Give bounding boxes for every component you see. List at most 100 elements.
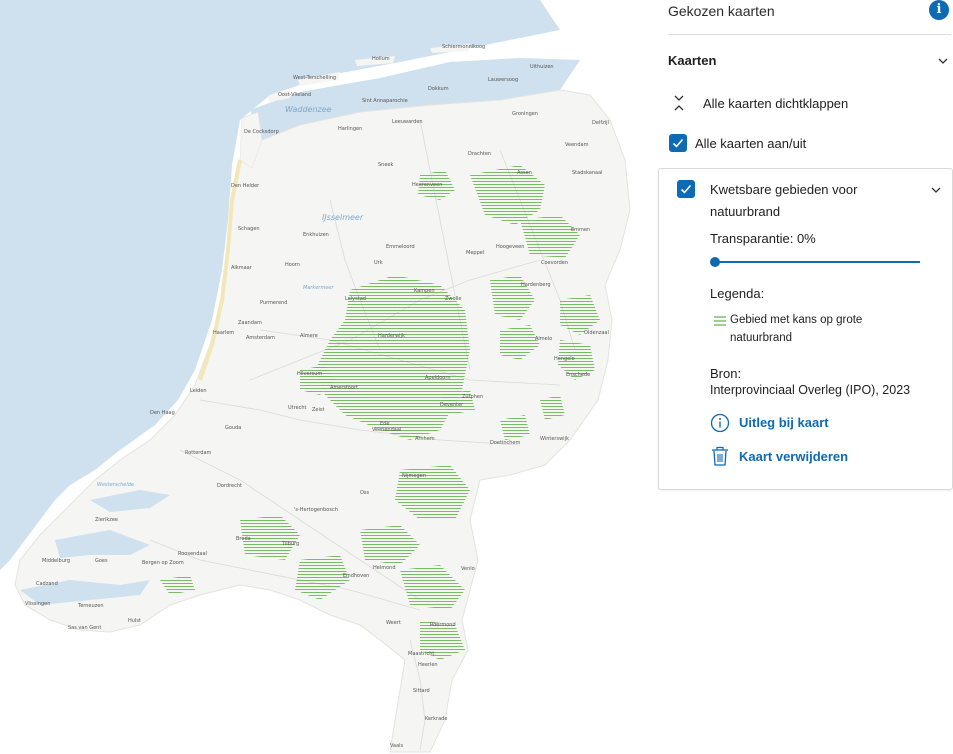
place-label: Enschede <box>566 372 591 378</box>
remove-map-button[interactable]: Kaart verwijderen <box>710 446 930 468</box>
place-label: Sneek <box>378 162 394 168</box>
place-label: Meppel <box>466 250 485 256</box>
checkmark-icon <box>680 184 692 194</box>
toggle-all-checkbox[interactable] <box>669 134 687 152</box>
explain-map-link[interactable]: Uitleg bij kaart <box>710 412 930 434</box>
checkmark-icon <box>672 138 684 148</box>
place-label: Stadskanaal <box>572 170 603 176</box>
place-label: Amsterdam <box>246 335 276 341</box>
place-label: Almere <box>300 333 318 339</box>
transparency-slider[interactable] <box>710 255 920 269</box>
panel-title: Gekozen kaarten <box>668 3 775 19</box>
transparency-label: Transparantie: 0% <box>710 231 816 246</box>
layer-title: Kwetsbare gebieden voor natuurbrand <box>710 182 858 219</box>
toggle-all-label: Alle kaarten aan/uit <box>695 136 807 151</box>
collapse-all-button[interactable]: Alle kaarten dichtklappen <box>673 92 923 114</box>
place-label: Groningen <box>512 111 539 117</box>
collapse-icon <box>674 95 684 111</box>
section-title: Kaarten <box>668 53 717 68</box>
place-label: Hardenberg <box>521 282 551 288</box>
place-label: Breda <box>236 536 251 542</box>
place-label: Venlo <box>461 566 475 572</box>
place-label: Den Haag <box>150 410 175 416</box>
remove-map-label: Kaart verwijderen <box>739 449 849 464</box>
place-label: Gouda <box>225 425 242 431</box>
place-label: Schiermonnikoog <box>442 44 486 50</box>
place-label: Deventer <box>440 402 464 408</box>
place-label: Zeist <box>312 407 325 413</box>
place-label: Vlissingen <box>25 601 51 607</box>
place-label: West-Terschelling <box>293 75 337 81</box>
place-label: Haarlem <box>213 330 235 336</box>
place-label: Tilburg <box>282 541 300 547</box>
place-label: Arnhem <box>415 436 435 442</box>
place-label: Roermond <box>430 622 456 628</box>
place-label: Urk <box>374 260 383 266</box>
slider-thumb[interactable] <box>710 257 720 267</box>
place-label: Weert <box>386 620 401 626</box>
place-label: Zaandam <box>238 320 262 326</box>
place-label: Middelburg <box>42 558 71 564</box>
place-label: Harlingen <box>338 126 363 132</box>
layer-visibility-checkbox[interactable] <box>677 180 695 198</box>
place-label: Emmen <box>571 227 591 233</box>
chevron-down-icon[interactable] <box>930 184 942 196</box>
place-label: Rotterdam <box>185 450 212 456</box>
place-label: Enkhuizen <box>303 232 329 238</box>
info-icon[interactable]: i <box>929 0 949 20</box>
place-label: Oost-Vlieland <box>278 92 312 98</box>
place-label: Leiden <box>190 388 207 394</box>
place-label: Delfzijl <box>592 120 609 126</box>
place-label: Veenendaal <box>372 427 402 433</box>
label-ijsselmeer: IJsselmeer <box>322 213 364 222</box>
place-label: Heerenveen <box>412 182 443 188</box>
trash-icon <box>712 446 728 466</box>
slider-track <box>714 261 920 263</box>
place-label: Vaals <box>390 743 404 749</box>
place-label: Apeldoorn <box>425 375 451 381</box>
place-label: Almelo <box>535 336 553 342</box>
source-label: Bron: <box>710 366 742 381</box>
info-circle-icon <box>710 413 730 433</box>
toggle-all-maps[interactable]: Alle kaarten aan/uit <box>669 133 919 155</box>
place-label: Dordrecht <box>217 483 242 489</box>
map-view[interactable]: Waddenzee IJsselmeer Markermeer Westersc… <box>0 0 655 754</box>
maps-section-toggle[interactable]: Kaarten <box>668 48 951 74</box>
layer-card: Kwetsbare gebieden voor natuurbrand Tran… <box>658 168 953 490</box>
place-label: Hulst <box>128 618 141 624</box>
place-label: Zwolle <box>445 296 462 302</box>
place-label: Den Helder <box>231 183 260 189</box>
place-label: Kampen <box>414 288 435 294</box>
place-label: Roosendaal <box>178 551 207 557</box>
place-label: Purmerend <box>260 300 288 306</box>
collapse-all-label: Alle kaarten dichtklappen <box>703 96 849 111</box>
place-label: Heerlen <box>418 662 438 668</box>
place-label: Kerkrade <box>425 716 448 722</box>
place-label: Cadzand <box>36 581 58 587</box>
place-label: Emmeloord <box>386 244 415 250</box>
label-westerschelde: Westerschelde <box>97 482 134 488</box>
place-label: Hoogeveen <box>496 244 525 250</box>
panel-header: Gekozen kaarten i <box>668 0 951 35</box>
place-label: Veendam <box>565 142 589 148</box>
label-markermeer: Markermeer <box>303 285 334 291</box>
place-label: Terneuzen <box>78 603 104 609</box>
place-label: Hilversum <box>297 371 323 377</box>
place-label: Eindhoven <box>343 573 370 579</box>
place-label: Bergen op Zoom <box>142 560 184 566</box>
place-label: Harderwijk <box>378 333 405 339</box>
hatch-swatch-icon <box>714 316 726 326</box>
place-label: Amersfoort <box>330 385 358 391</box>
place-label: Sas van Gent <box>68 625 102 631</box>
place-label: Helmond <box>373 565 396 571</box>
place-label: Oldenzaal <box>584 330 609 336</box>
place-label: 's-Hertogenbosch <box>294 507 338 513</box>
label-waddenzee: Waddenzee <box>285 105 332 114</box>
place-label: Winterswijk <box>540 436 569 442</box>
place-label: Schagen <box>238 226 260 232</box>
place-label: Assen <box>517 170 532 176</box>
place-label: Lauwersoog <box>488 77 519 83</box>
place-label: Sint Annaparochie <box>362 98 408 104</box>
place-label: Drachten <box>468 151 492 157</box>
source-value: Interprovinciaal Overleg (IPO), 2023 <box>710 383 911 397</box>
